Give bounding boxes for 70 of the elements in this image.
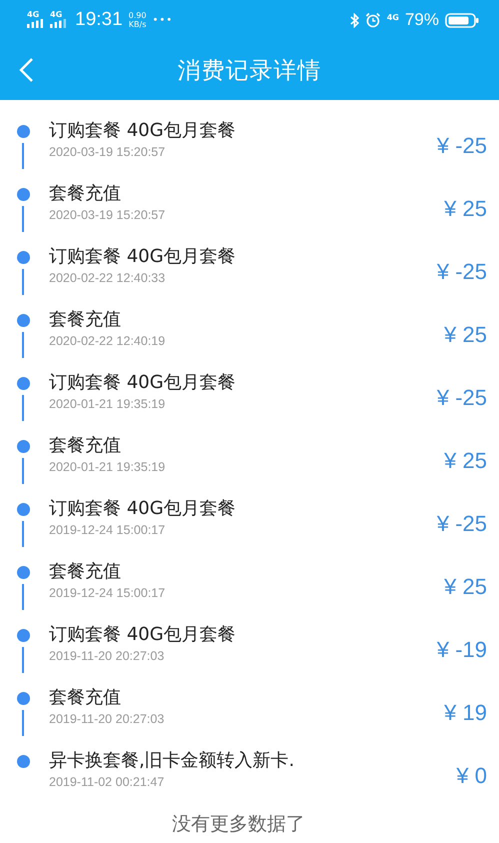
record-title: 套餐充值 <box>49 686 121 710</box>
more-indicator: ••• <box>152 14 174 26</box>
record-time: 2019-11-02 00:21:47 <box>49 774 164 791</box>
record-title: 套餐充值 <box>49 308 121 332</box>
timeline-dot <box>16 188 30 201</box>
record-amount: ¥ -25 <box>436 510 488 536</box>
record-amount: ¥ -19 <box>436 636 488 662</box>
timeline-line <box>22 710 24 736</box>
network-label: 4G <box>50 10 62 19</box>
timeline-dot <box>16 440 30 453</box>
record-title: 订购套餐 40G包月套餐 <box>49 623 236 647</box>
timeline-line <box>22 143 24 169</box>
record-title: 套餐充值 <box>49 182 121 206</box>
record-amount: ¥ 25 <box>444 448 488 474</box>
record-time: 2020-01-21 19:35:19 <box>49 396 166 413</box>
timeline-line <box>22 206 24 232</box>
record-time: 2020-03-19 15:20:57 <box>49 144 166 161</box>
record-time: 2020-03-19 15:20:57 <box>49 207 166 224</box>
record-time: 2019-12-24 15:00:17 <box>49 585 166 602</box>
record-time: 2019-11-20 20:27:03 <box>49 711 164 728</box>
record-amount: ¥ 19 <box>444 700 488 726</box>
timeline-dot <box>16 755 30 768</box>
record-title: 订购套餐 40G包月套餐 <box>49 371 236 395</box>
record-amount: ¥ 25 <box>444 574 488 600</box>
timeline-dot <box>16 251 30 264</box>
record-time: 2019-11-20 20:27:03 <box>49 648 164 665</box>
record-title: 套餐充值 <box>49 560 121 584</box>
timeline-dot <box>16 629 30 642</box>
record-time: 2020-02-22 12:40:33 <box>49 270 166 287</box>
record-time: 2020-02-22 12:40:19 <box>49 333 166 350</box>
signal-icon <box>50 19 67 28</box>
record-title: 订购套餐 40G包月套餐 <box>49 119 236 143</box>
record-time: 2019-12-24 15:00:17 <box>49 522 166 539</box>
speed-value: 0.90 <box>128 11 146 20</box>
record-amount: ¥ 0 <box>456 762 488 788</box>
signal-icon <box>27 19 44 28</box>
bluetooth-icon <box>350 12 359 28</box>
speed-unit: KB/s <box>128 20 146 29</box>
battery-percent: 79% <box>404 10 439 30</box>
timeline-dot <box>16 125 30 138</box>
timeline-line <box>22 521 24 547</box>
record-amount: ¥ -25 <box>436 258 488 284</box>
data-label: 4G <box>386 12 399 22</box>
record-title: 异卡换套餐,旧卡金额转入新卡. <box>49 749 294 773</box>
back-icon[interactable] <box>18 57 34 83</box>
record-amount: ¥ -25 <box>436 384 488 410</box>
record-title: 订购套餐 40G包月套餐 <box>49 497 236 521</box>
timeline-dot <box>16 692 30 705</box>
record-title: 订购套餐 40G包月套餐 <box>49 245 236 269</box>
record-title: 套餐充值 <box>49 434 121 458</box>
timeline-line <box>22 458 24 484</box>
record-amount: ¥ -25 <box>436 132 488 158</box>
timeline-line <box>22 269 24 295</box>
alarm-icon <box>364 12 381 28</box>
page-title: 消费记录详情 <box>178 56 322 86</box>
record-amount: ¥ 25 <box>444 196 488 222</box>
timeline-line <box>22 332 24 358</box>
no-more-data-text: 没有更多数据了 <box>172 812 305 835</box>
timeline-dot <box>16 314 30 327</box>
timeline-dot <box>16 566 30 579</box>
timeline-dot <box>16 503 30 516</box>
battery-icon <box>445 12 479 28</box>
timeline-line <box>22 395 24 421</box>
record-amount: ¥ 25 <box>444 322 488 348</box>
timeline-line <box>22 584 24 610</box>
network-label: 4G <box>27 10 40 19</box>
record-time: 2020-01-21 19:35:19 <box>49 459 166 476</box>
clock-time: 19:31 <box>75 9 123 31</box>
timeline-dot <box>16 377 30 390</box>
timeline-line <box>22 647 24 673</box>
